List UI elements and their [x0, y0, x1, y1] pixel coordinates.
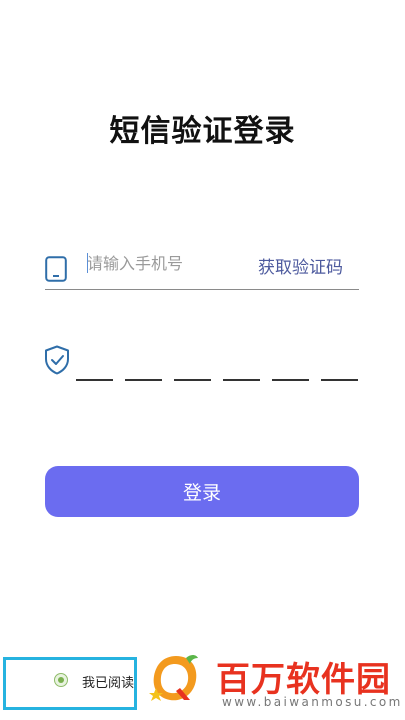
agreement-radio[interactable]: [54, 673, 68, 687]
shield-check-icon: [45, 345, 69, 375]
phone-icon: [45, 256, 67, 282]
code-slot[interactable]: [174, 379, 211, 381]
login-button[interactable]: 登录: [45, 466, 359, 517]
code-slot[interactable]: [321, 379, 358, 381]
watermark-logo-icon: [149, 655, 198, 701]
code-slot[interactable]: [76, 379, 113, 381]
agreement-text: 我已阅读: [82, 676, 135, 691]
get-code-button[interactable]: 获取验证码: [258, 253, 343, 278]
watermark-url: www.baiwanmosu.com: [222, 695, 403, 709]
phone-field-row: 获取验证码: [45, 244, 359, 290]
page-title: 短信验证登录: [109, 114, 296, 149]
code-slot[interactable]: [272, 379, 309, 381]
text-caret: [87, 253, 88, 273]
watermark-brand: 百万软件园: [216, 660, 391, 700]
code-slot[interactable]: [223, 379, 260, 381]
phone-input[interactable]: [87, 249, 247, 277]
code-slot[interactable]: [125, 379, 162, 381]
